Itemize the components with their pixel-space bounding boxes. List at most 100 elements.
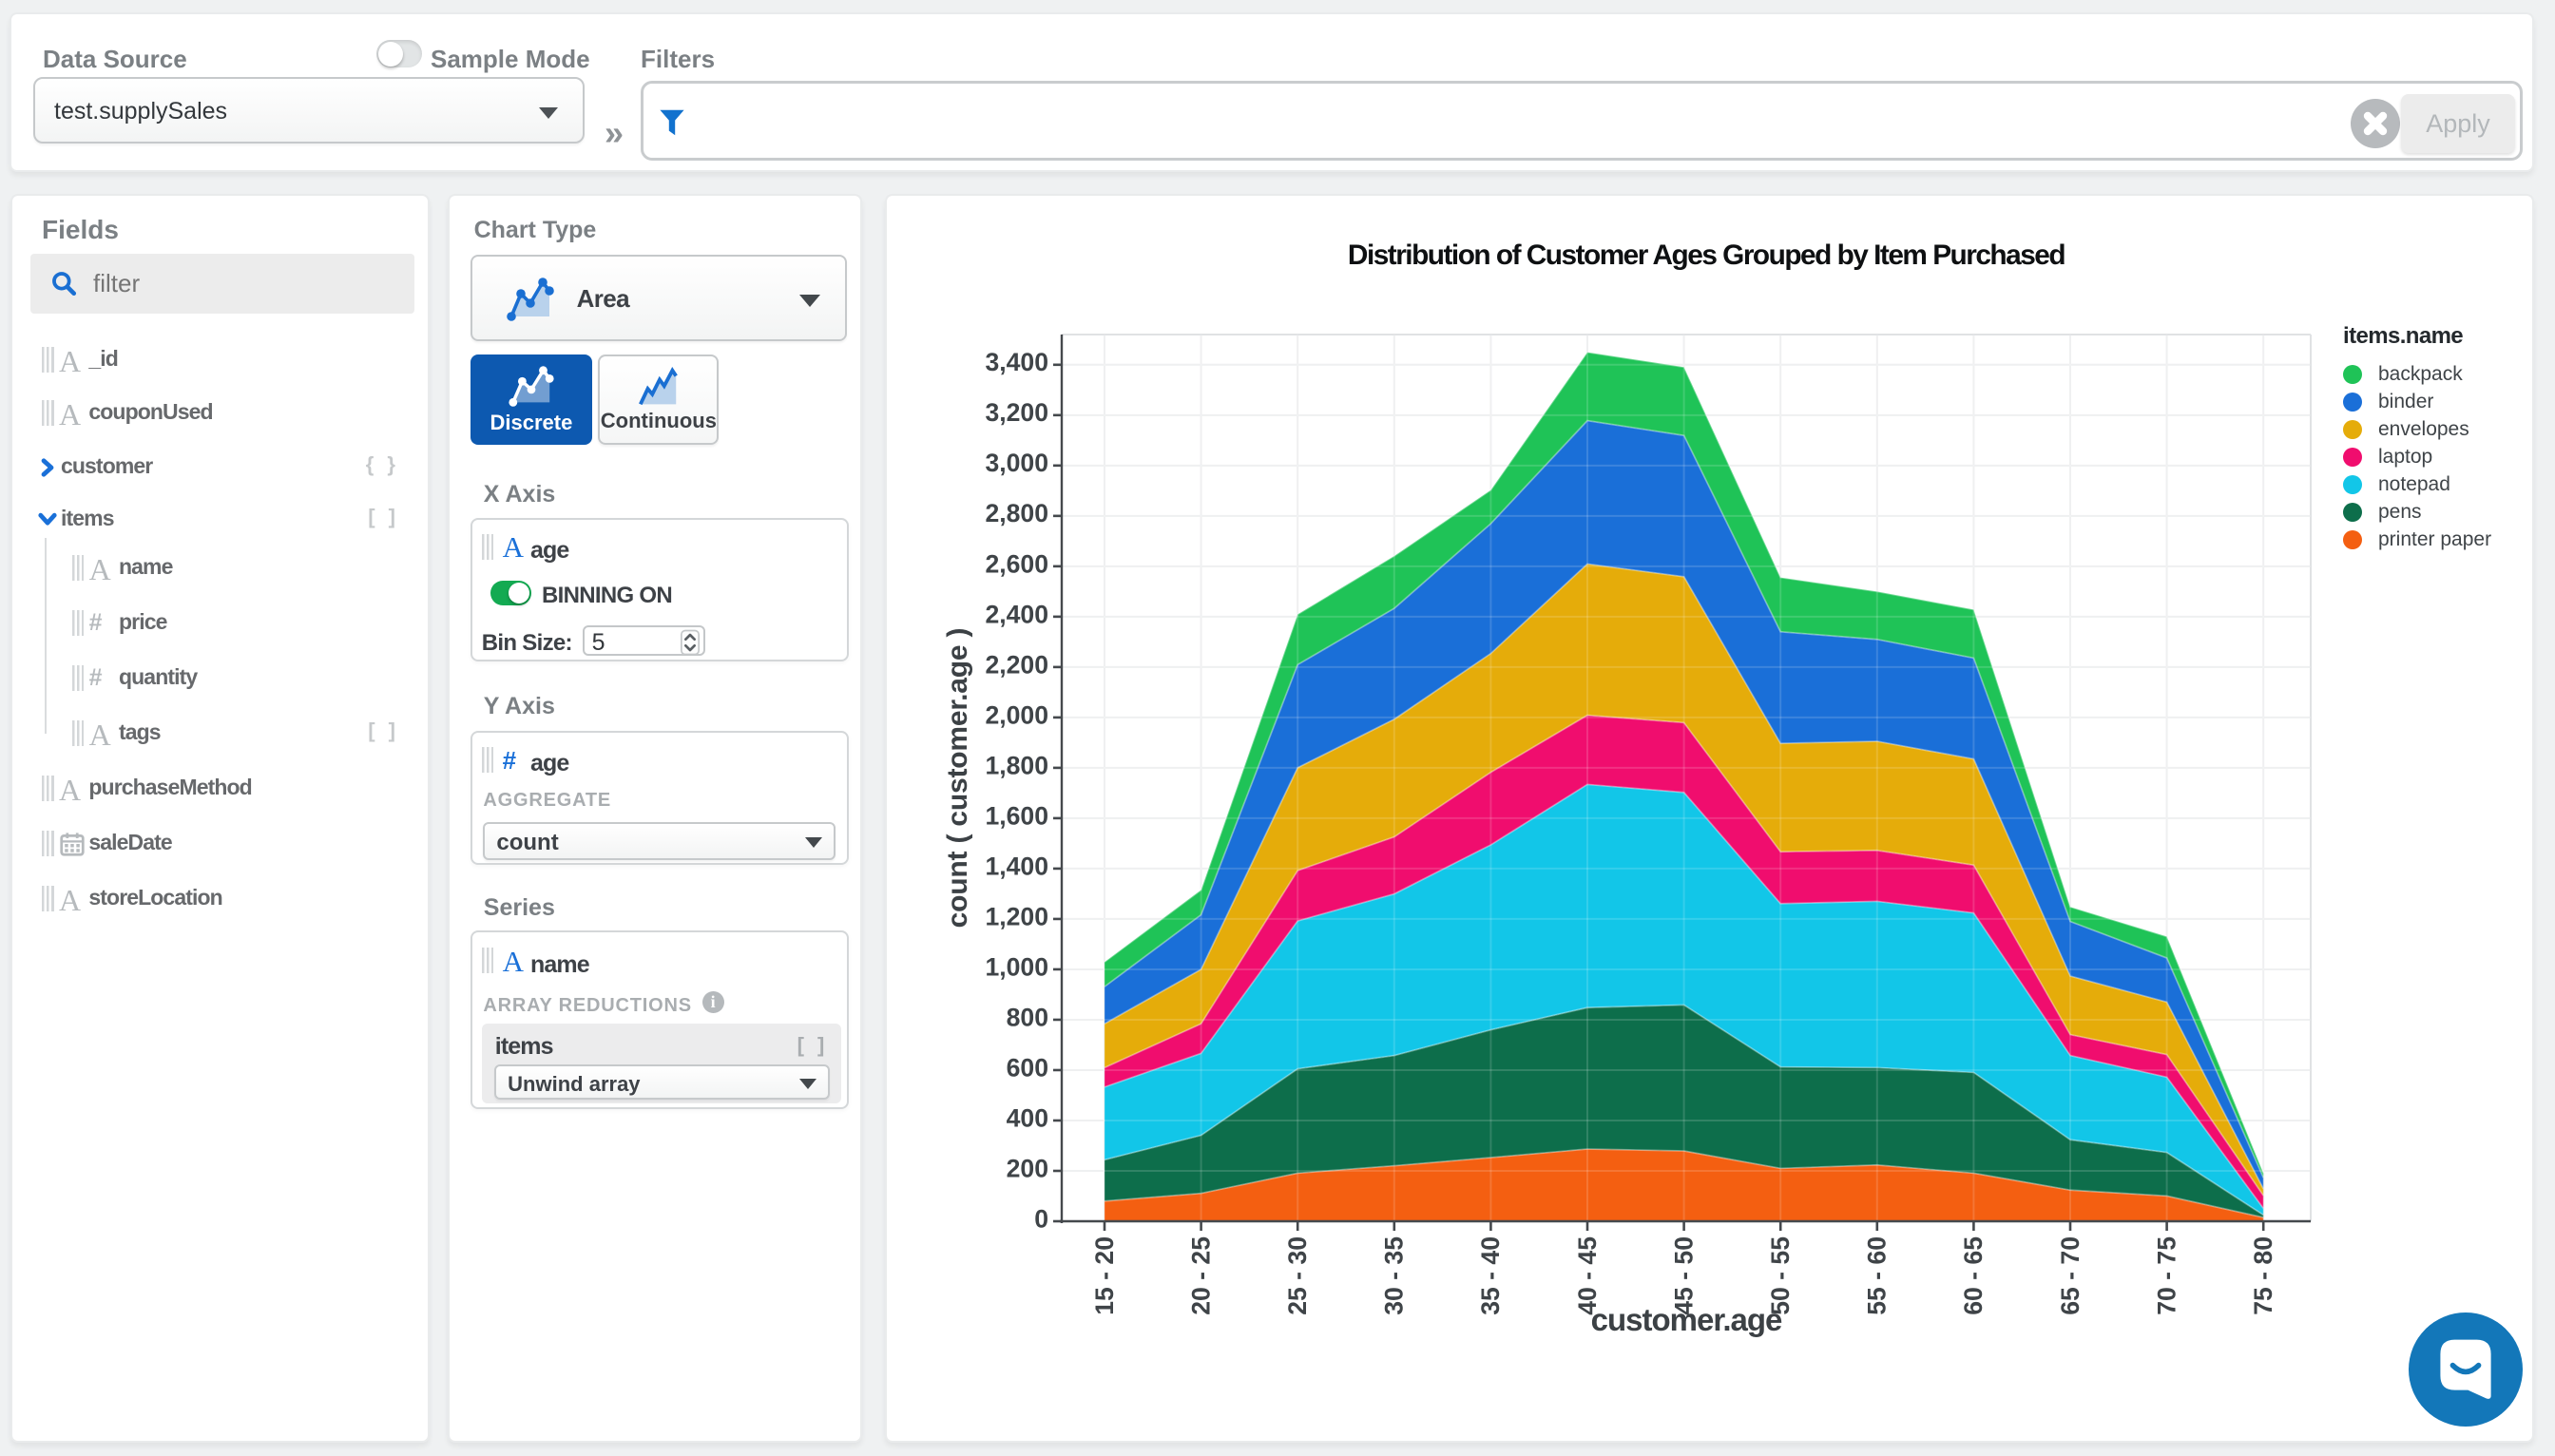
sample-mode-label: Sample Mode <box>431 45 590 73</box>
legend-item: binder <box>2343 391 2533 412</box>
field-row-items[interactable]: items [ ] <box>12 499 428 541</box>
drag-handle[interactable] <box>481 948 494 974</box>
chevron-right-icon <box>41 458 54 477</box>
y-tick-label: 2,000 <box>985 700 1048 729</box>
y-tick-label: 1,400 <box>985 852 1048 880</box>
apply-button[interactable]: Apply <box>2401 94 2515 153</box>
y-tick-label: 200 <box>1007 1154 1048 1182</box>
drag-handle[interactable] <box>42 776 54 801</box>
drag-handle[interactable] <box>71 720 85 746</box>
info-icon[interactable]: i <box>701 991 724 1014</box>
drag-handle[interactable] <box>71 610 85 636</box>
x-tick-label: 25 - 30 <box>1283 1236 1312 1315</box>
apply-button-label: Apply <box>2426 109 2490 138</box>
legend-label: printer paper <box>2378 528 2492 550</box>
array-reductions-label: ARRAY REDUCTIONS <box>483 994 692 1016</box>
string-type-icon: A <box>59 344 82 378</box>
legend-item: backpack <box>2343 363 2533 385</box>
bin-size-value: 5 <box>591 628 605 656</box>
field-row-quantity[interactable]: # quantity <box>12 658 428 699</box>
string-type-icon: A <box>59 773 82 807</box>
bin-size-label: Bin Size: <box>481 629 573 656</box>
drag-handle[interactable] <box>71 555 85 581</box>
chevron-down-icon <box>798 1079 816 1089</box>
data-source-dropdown[interactable]: test.supplySales <box>33 77 585 144</box>
bin-size-input[interactable]: 5 <box>582 624 705 656</box>
field-row-purchaseMethod[interactable]: ApurchaseMethod <box>12 768 428 810</box>
chevron-down-icon <box>804 837 822 848</box>
field-label: quantity <box>119 664 198 689</box>
legend-item: laptop <box>2343 446 2533 468</box>
sample-mode-toggle[interactable] <box>376 40 422 67</box>
x-tick-label: 60 - 65 <box>1959 1236 1988 1315</box>
stepper-control[interactable] <box>680 629 700 656</box>
chart-type-value: Area <box>576 283 630 313</box>
legend-item: pens <box>2343 501 2533 523</box>
field-row-couponUsed[interactable]: AcouponUsed <box>12 393 428 434</box>
series-field: name <box>529 951 590 979</box>
drag-handle[interactable] <box>42 347 54 373</box>
string-type-icon: A <box>88 718 111 752</box>
y-axis-title: count ( customer.age ) <box>942 628 973 929</box>
chart-type-label: Chart Type <box>473 217 597 243</box>
string-type-icon: A <box>502 529 524 564</box>
field-label: tags <box>119 719 162 744</box>
data-source-value: test.supplySales <box>54 98 228 125</box>
data-source-label: Data Source <box>43 45 187 73</box>
y-tick-label: 1,600 <box>985 801 1048 830</box>
y-tick-label: 3,000 <box>985 449 1048 477</box>
field-type-badge: { } <box>365 452 399 476</box>
fields-search-input[interactable] <box>93 254 407 314</box>
fields-search-box[interactable] <box>30 254 414 314</box>
toggle-knob <box>508 582 529 603</box>
filter-input-box[interactable]: Apply <box>641 81 2523 161</box>
clear-filter-button[interactable] <box>2351 99 2400 148</box>
y-tick-label: 2,200 <box>985 650 1048 679</box>
drag-handle[interactable] <box>481 533 494 560</box>
field-row-tags[interactable]: Atags [ ] <box>12 713 428 755</box>
legend-item: notepad <box>2343 473 2533 495</box>
x-tick-label: 20 - 25 <box>1186 1236 1215 1315</box>
y-tick-label: 3,400 <box>985 348 1048 376</box>
chart-panel: Distribution of Customer Ages Grouped by… <box>885 194 2534 1443</box>
encode-panel: Chart Type Area Discrete Continuous X Ax… <box>448 194 862 1443</box>
chat-launcher-button[interactable] <box>2408 1312 2524 1427</box>
number-type-icon: # <box>88 664 103 691</box>
legend-item: printer paper <box>2343 528 2533 550</box>
x-tick-label: 65 - 70 <box>2056 1236 2084 1315</box>
field-label: saleDate <box>88 830 172 854</box>
field-type-badge: [ ] <box>368 718 399 742</box>
field-row-customer[interactable]: customer { } <box>12 447 428 489</box>
drag-handle[interactable] <box>481 747 494 774</box>
drag-handle[interactable] <box>42 400 54 426</box>
close-icon <box>2363 111 2388 136</box>
field-row-saleDate[interactable]: saleDate <box>12 823 428 865</box>
x-tick-label: 75 - 80 <box>2249 1236 2277 1315</box>
field-label: price <box>119 609 167 634</box>
collapse-chevrons[interactable]: » <box>605 113 624 153</box>
drag-handle[interactable] <box>71 665 85 691</box>
field-row-price[interactable]: # price <box>12 603 428 644</box>
discrete-button[interactable]: Discrete <box>470 354 593 445</box>
field-label: items <box>61 506 114 530</box>
legend-swatch <box>2343 475 2362 494</box>
drag-handle[interactable] <box>42 831 54 856</box>
toggle-knob <box>377 41 403 67</box>
y-tick-label: 0 <box>1034 1204 1048 1233</box>
field-row-_id[interactable]: A _id <box>12 339 428 381</box>
x-axis-field: age <box>529 536 569 564</box>
binning-toggle[interactable] <box>490 580 531 605</box>
legend-item: envelopes <box>2343 418 2533 440</box>
field-row-storeLocation[interactable]: AstoreLocation <box>12 878 428 920</box>
legend-swatch <box>2343 393 2362 412</box>
drag-handle[interactable] <box>42 886 54 911</box>
chart-type-dropdown[interactable]: Area <box>470 254 847 341</box>
y-tick-label: 2,400 <box>985 600 1048 628</box>
y-tick-label: 600 <box>1007 1053 1048 1082</box>
reduction-dropdown[interactable]: Unwind array <box>494 1064 830 1101</box>
continuous-button[interactable]: Continuous <box>598 354 720 445</box>
field-row-name[interactable]: Aname <box>12 547 428 589</box>
legend-swatch <box>2343 503 2362 522</box>
aggregate-dropdown[interactable]: count <box>483 822 836 861</box>
x-tick-label: 30 - 35 <box>1380 1236 1409 1315</box>
